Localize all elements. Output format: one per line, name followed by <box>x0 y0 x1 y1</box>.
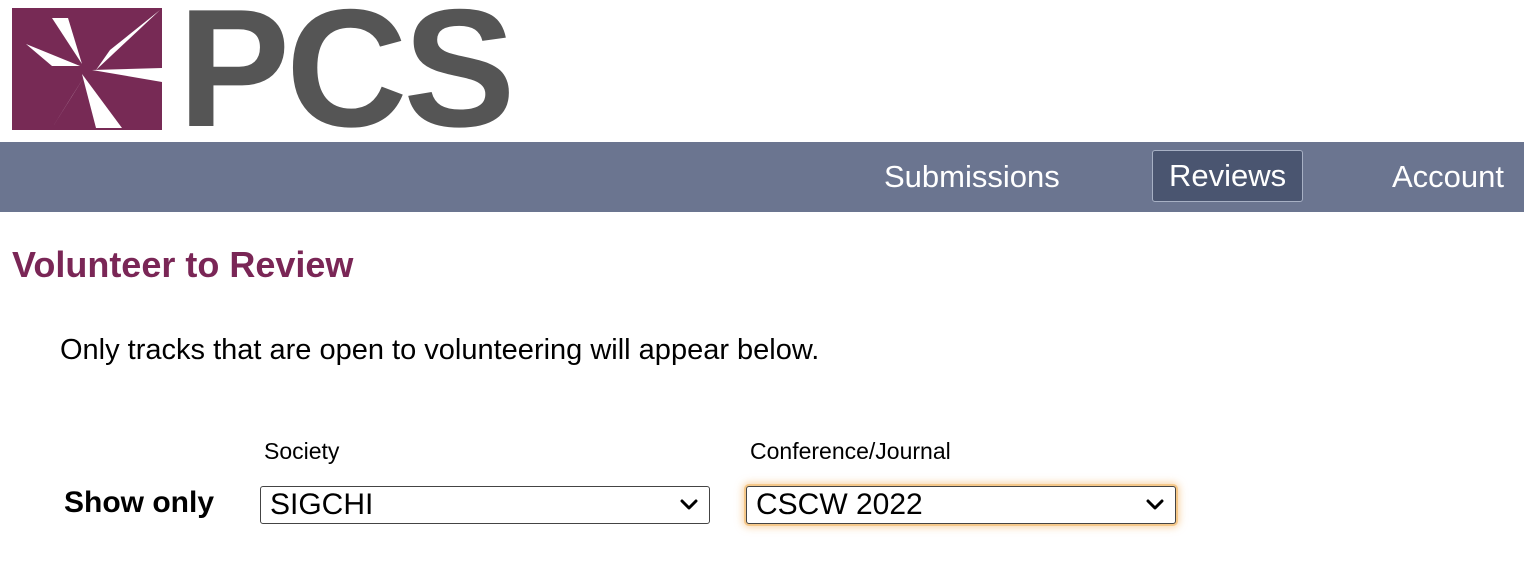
conference-select-value: CSCW 2022 <box>756 488 923 521</box>
site-header: PCS <box>0 0 1524 152</box>
pcs-logo-mark-icon[interactable] <box>12 8 162 130</box>
show-only-label: Show only <box>64 486 214 519</box>
nav-reviews[interactable]: Reviews <box>1152 150 1304 202</box>
page-title: Volunteer to Review <box>12 244 354 285</box>
society-select-value: SIGCHI <box>270 488 374 521</box>
conference-select[interactable]: CSCW 2022 <box>746 486 1176 524</box>
pcs-logo-text: PCS <box>178 0 515 162</box>
intro-text: Only tracks that are open to volunteerin… <box>60 334 820 366</box>
nav-account[interactable]: Account <box>1392 142 1504 212</box>
society-select[interactable]: SIGCHI <box>260 486 710 524</box>
nav-submissions[interactable]: Submissions <box>884 142 1060 212</box>
chevron-down-icon <box>1146 499 1164 510</box>
conference-label: Conference/Journal <box>750 438 951 464</box>
chevron-down-icon <box>680 499 698 510</box>
page: PCS Submissions Reviews Account Voluntee… <box>0 0 1524 570</box>
main-nav: Submissions Reviews Account <box>0 142 1524 212</box>
society-label: Society <box>264 438 340 464</box>
